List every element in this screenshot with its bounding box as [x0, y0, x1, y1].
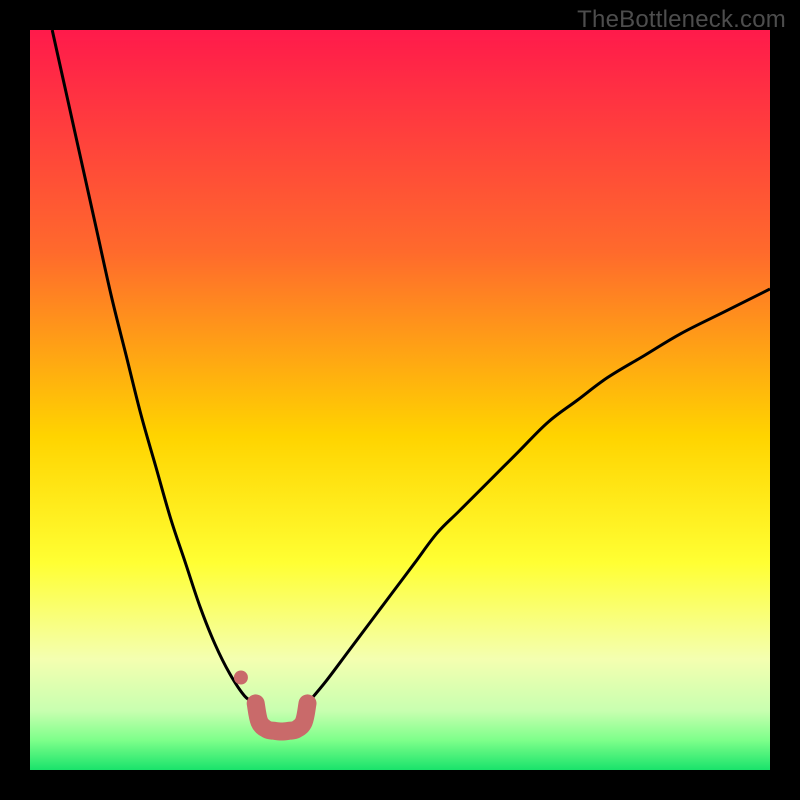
watermark-label: TheBottleneck.com: [577, 6, 786, 34]
plot-background: [30, 30, 770, 770]
bottleneck-chart: [30, 30, 770, 770]
chart-frame: TheBottleneck.com: [0, 0, 800, 800]
highlight-dot-icon: [234, 671, 248, 685]
